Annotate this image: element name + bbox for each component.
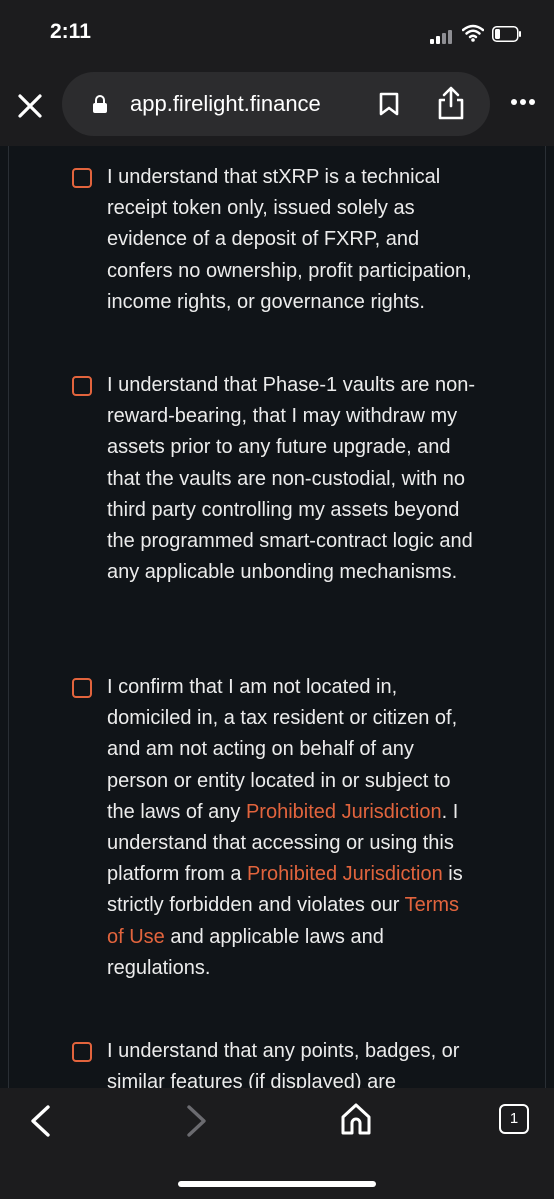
status-bar: 2:11 [0, 0, 554, 66]
lock-icon [93, 95, 107, 113]
text-segment: I understand that stXRP is a technical r… [107, 166, 472, 313]
acknowledgement-text: I understand that stXRP is a technical r… [107, 162, 477, 318]
acknowledgement-text: I confirm that I am not located in, domi… [107, 672, 477, 984]
acknowledgement-checkbox[interactable] [72, 678, 92, 698]
more-options-icon[interactable] [510, 98, 536, 106]
url-text: app.firelight.finance [130, 91, 321, 116]
tabs-count-button[interactable]: 1 [499, 1104, 529, 1134]
home-icon[interactable] [340, 1102, 372, 1136]
browser-toolbar: 1 [0, 1088, 554, 1199]
url-field[interactable]: app.firelight.finance [62, 72, 490, 136]
status-time: 2:11 [50, 20, 91, 43]
battery-icon [492, 26, 521, 42]
text-segment: I understand that Phase-1 vaults are non… [107, 374, 476, 584]
text-segment: I understand that any points, badges, or… [107, 1040, 460, 1088]
browser-address-bar: app.firelight.finance [0, 66, 554, 146]
close-icon[interactable] [16, 92, 44, 120]
home-indicator [178, 1181, 376, 1187]
acknowledgement-text: I understand that Phase-1 vaults are non… [107, 370, 477, 588]
acknowledgement-checkbox[interactable] [72, 1042, 92, 1062]
acknowledgement-text: I understand that any points, badges, or… [107, 1036, 477, 1088]
bookmark-icon[interactable] [378, 92, 400, 116]
inline-link[interactable]: Prohibited Jurisdiction [247, 863, 443, 885]
cellular-signal-icon [430, 28, 458, 44]
acknowledgement-checkbox[interactable] [72, 168, 92, 188]
wifi-icon [462, 24, 484, 42]
share-icon[interactable] [436, 86, 466, 120]
page-content: I understand that stXRP is a technical r… [0, 146, 554, 1088]
forward-icon[interactable] [185, 1104, 209, 1138]
inline-link[interactable]: Prohibited Jurisdiction [246, 801, 442, 823]
acknowledgement-checkbox[interactable] [72, 376, 92, 396]
back-icon[interactable] [28, 1104, 52, 1138]
